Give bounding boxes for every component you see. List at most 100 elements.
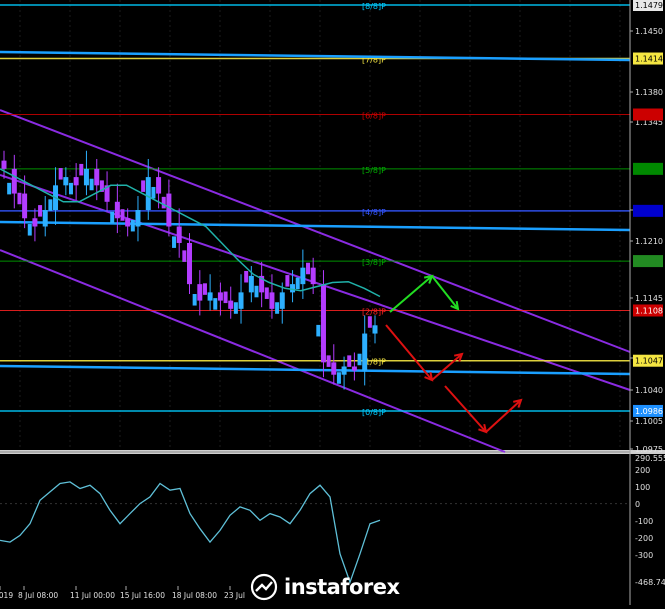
candle-body: [17, 192, 22, 205]
cci-axis-label: 200: [635, 466, 650, 475]
candle-body: [166, 193, 172, 227]
candle-body: [316, 324, 321, 337]
candle-body: [135, 210, 141, 227]
chart-window: [8/8]P [7/8]P [6/8]P [5/8]P [4/8]P [3/8]P [2/8…: [0, 0, 665, 605]
candle-body: [192, 294, 197, 306]
candle-body: [94, 168, 100, 186]
candle-body: [233, 302, 238, 314]
cci-axis-label: 290.5554: [635, 454, 665, 463]
murrey-level-label: [3/8]P: [362, 258, 386, 267]
price-tag-label: 1.1313: [635, 111, 663, 120]
candle-body: [207, 292, 213, 301]
candle-body: [130, 219, 135, 232]
price-axis-label: 1.1005: [635, 417, 663, 426]
murrey-level-label: [4/8]P: [362, 208, 386, 217]
cci-axis-label: -468.7499: [635, 578, 665, 587]
candle-body: [58, 168, 63, 180]
cci-axis-label: -200: [635, 534, 653, 543]
candle-body: [48, 199, 53, 211]
candle-body: [285, 275, 290, 287]
candle-body: [197, 284, 203, 301]
cci-axis-label: 0: [635, 500, 640, 509]
candle-body: [254, 285, 259, 298]
candle-body: [347, 355, 352, 367]
candle-body: [187, 242, 192, 285]
candle-body: [7, 182, 12, 195]
price-tag-label: 1.1108: [635, 306, 663, 315]
murrey-level-label: [0/8]P: [362, 408, 386, 417]
price-axis-label: 1.1450: [635, 27, 663, 36]
candle-body: [114, 201, 120, 219]
candle-body: [336, 372, 341, 384]
date-label: 23 Jul: [224, 591, 245, 600]
price-tag-label: 1.0986: [635, 407, 663, 416]
candle-body: [357, 353, 362, 366]
candle-body: [351, 366, 357, 371]
candle-body: [223, 291, 228, 304]
candle-body: [156, 177, 162, 194]
date-label: 18 Jul 08:00: [172, 591, 217, 600]
price-tag-label: 1.1479: [635, 1, 663, 10]
candle-body: [341, 366, 347, 375]
murrey-level-label: [5/8]P: [362, 166, 386, 175]
date-label: 11 Jul 00:00: [70, 591, 115, 600]
candle-body: [22, 193, 28, 219]
candle-body: [151, 186, 156, 199]
chart-canvas[interactable]: [8/8]P[7/8]P[6/8]P[5/8]P[4/8]P[3/8]P[2/8…: [0, 0, 665, 605]
candle-body: [120, 209, 125, 221]
candle-body: [42, 210, 48, 227]
candle-body: [182, 250, 187, 262]
candle-body: [290, 284, 296, 293]
candle-body: [279, 292, 285, 309]
candle-body: [244, 270, 249, 283]
candle-body: [141, 180, 146, 192]
candle-body: [89, 178, 94, 191]
candle-body: [110, 211, 115, 224]
price-tag-label: 1.1177: [635, 257, 663, 266]
murrey-level-label: [8/8]P: [362, 2, 386, 11]
candle-body: [331, 362, 337, 375]
candle-body: [32, 218, 38, 227]
candle-body: [73, 177, 79, 186]
price-axis-label: 1.1040: [635, 386, 663, 395]
candle-body: [269, 292, 275, 309]
candle-body: [68, 182, 73, 195]
candle-body: [372, 325, 378, 334]
candle-body: [310, 267, 316, 285]
candle-body: [306, 262, 311, 275]
candle-body: [11, 168, 17, 194]
candle-body: [264, 287, 269, 299]
price-axis-label: 1.1380: [635, 88, 663, 97]
murrey-level-label: [6/8]P: [362, 112, 386, 121]
candle-body: [1, 160, 7, 169]
price-axis-label: 1.1145: [635, 294, 663, 303]
candle-body: [63, 177, 69, 186]
price-tag-label: 1.1280: [635, 165, 663, 174]
candle-body: [248, 275, 254, 293]
candle-body: [27, 224, 32, 236]
cci-axis-label: 100: [635, 483, 650, 492]
candle-body: [83, 168, 89, 186]
candle-body: [362, 333, 368, 371]
candle-body: [79, 163, 84, 176]
candle-body: [145, 177, 151, 211]
murrey-level-label: [2/8]P: [362, 307, 386, 316]
candle-body: [38, 205, 43, 217]
candle-body: [275, 302, 280, 314]
candle-body: [228, 300, 234, 309]
candle-body: [172, 236, 177, 248]
price-axis-label: 1.1210: [635, 237, 663, 246]
candle-body: [300, 267, 306, 285]
date-label: 8 Jul 08:00: [18, 591, 58, 600]
candle-body: [161, 196, 166, 209]
price-tag-label: 1.1047: [635, 357, 663, 366]
price-tag-label: 1.1414: [635, 55, 663, 64]
candle-body: [326, 355, 331, 367]
date-label: 2019: [0, 591, 13, 600]
candle-body: [320, 284, 326, 363]
candle-body: [217, 292, 223, 301]
price-axis-label: 1.0975: [635, 445, 663, 454]
candle-body: [295, 277, 300, 290]
cci-axis-label: -300: [635, 551, 653, 560]
candle-body: [125, 218, 131, 227]
